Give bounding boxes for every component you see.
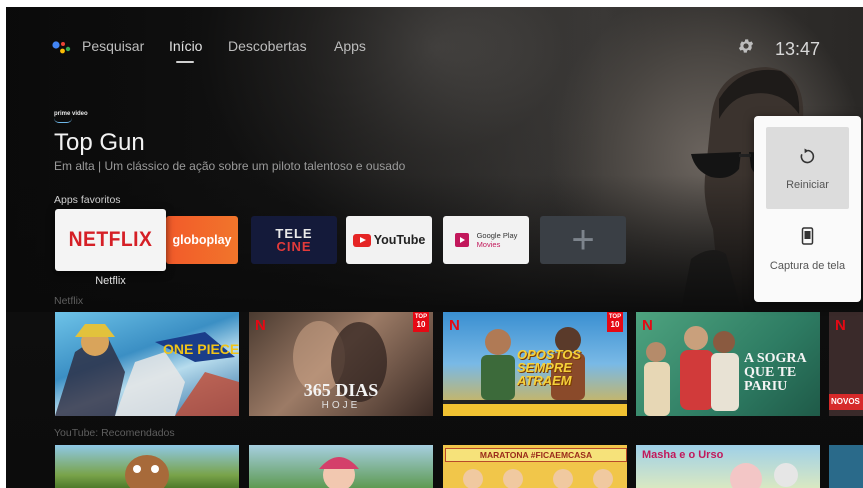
app-youtube[interactable]: YouTube [346,216,432,264]
tab-descobertas[interactable]: Descobertas [228,38,307,54]
thumb-title: OPOSTOS SEMPRE ATRAEM [517,347,582,388]
netflix-n-badge: N [255,317,266,334]
netflix-n-badge: N [449,317,460,334]
youtube-row-item[interactable]: Masha e o Urso [636,445,820,488]
netflix-row-item[interactable]: N NOVOS [829,312,863,416]
prime-video-logo: prime video [54,111,88,117]
youtube-row-item[interactable] [249,445,433,488]
netflix-row-item[interactable]: ONE PIECE [55,312,239,416]
netflix-row-label: Netflix [54,295,84,307]
netflix-row-item[interactable]: N A SOGRA QUE TE PARIU [636,312,820,416]
selected-tab-indicator [176,61,194,63]
youtube-row-item[interactable] [829,445,863,488]
youtube-play-icon [352,233,371,247]
netflix-n-badge: N [835,317,846,334]
youtube-logo: YouTube [373,233,426,247]
google-play-movies-logo: Google Play Movies [477,231,518,249]
restart-label: Reiniciar [786,179,829,191]
thumb-title: A SOGRA QUE TE PARIU [744,351,806,394]
restart-icon [800,148,815,164]
youtube-thumb-artwork [125,455,169,488]
thumb-subtitle: HOJE [321,400,361,411]
clock: 13:47 [775,39,821,59]
top10-line2: 10 [610,320,620,329]
power-menu-popup: Reiniciar Captura de tela [754,116,861,302]
restart-button[interactable]: Reiniciar [766,127,849,209]
favorites-row-label: Apps favoritos [54,194,121,206]
thumb-title: 365 DIAS [303,380,379,400]
one-piece-logo: ONE PIECE [163,341,239,357]
youtube-thumb-artwork [319,457,359,488]
search-tab[interactable]: Pesquisar [82,38,144,54]
youtube-row-label: YouTube: Recomendados [54,427,175,439]
thumb-title: NOVOS [829,394,863,410]
app-telecine[interactable]: TELE CINE [251,216,337,264]
netflix-row-item[interactable]: N 365 DIAS HOJE TOP 10 [249,312,433,416]
youtube-row-item[interactable] [55,445,239,488]
netflix-n-badge: N [642,317,653,334]
youtube-thumb-artwork [730,463,798,488]
tab-apps[interactable]: Apps [334,38,366,54]
app-google-play-movies[interactable]: Google Play Movies [443,216,529,264]
google-play-movies-icon [454,233,469,247]
phone-screenshot-icon [801,227,814,245]
app-globoplay[interactable]: globoplay [166,216,238,264]
google-assistant-icon[interactable] [52,39,72,55]
telecine-logo-line2: CINE [276,239,312,254]
youtube-thumb-artwork [463,469,613,488]
tab-inicio[interactable]: Início [169,38,202,54]
app-netflix[interactable]: NETFLIX [55,209,166,271]
screenshot-label: Captura de tela [769,260,846,272]
globoplay-logo: globoplay [172,233,232,247]
tv-home-screen: Pesquisar Início Descobertas Apps 13:47 … [6,7,863,488]
hero-title[interactable]: Top Gun [54,129,145,157]
netflix-row-item[interactable]: N OPOSTOS SEMPRE ATRAEM TOP 10 [443,312,627,416]
focused-app-caption: Netflix [95,275,126,287]
prime-video-smile-icon [54,118,72,123]
gp-line2: Movies [476,240,501,249]
netflix-logo: NETFLIX [68,228,153,251]
gear-icon[interactable] [737,37,755,55]
screenshot-button[interactable]: Captura de tela [766,216,849,286]
top10-badge: TOP 10 [607,312,623,332]
add-app-button[interactable]: + [540,216,626,264]
one-piece-artwork: ONE PIECE [55,324,239,416]
youtube-row-item[interactable]: MARATONA #FICAEMCASA [443,445,627,488]
top10-badge: TOP 10 [413,312,429,332]
top10-line2: 10 [416,320,426,329]
hero-subtitle: Em alta | Um clássico de ação sobre um p… [54,159,406,173]
plus-icon: + [571,218,595,262]
gp-line1: Google Play [476,231,518,240]
